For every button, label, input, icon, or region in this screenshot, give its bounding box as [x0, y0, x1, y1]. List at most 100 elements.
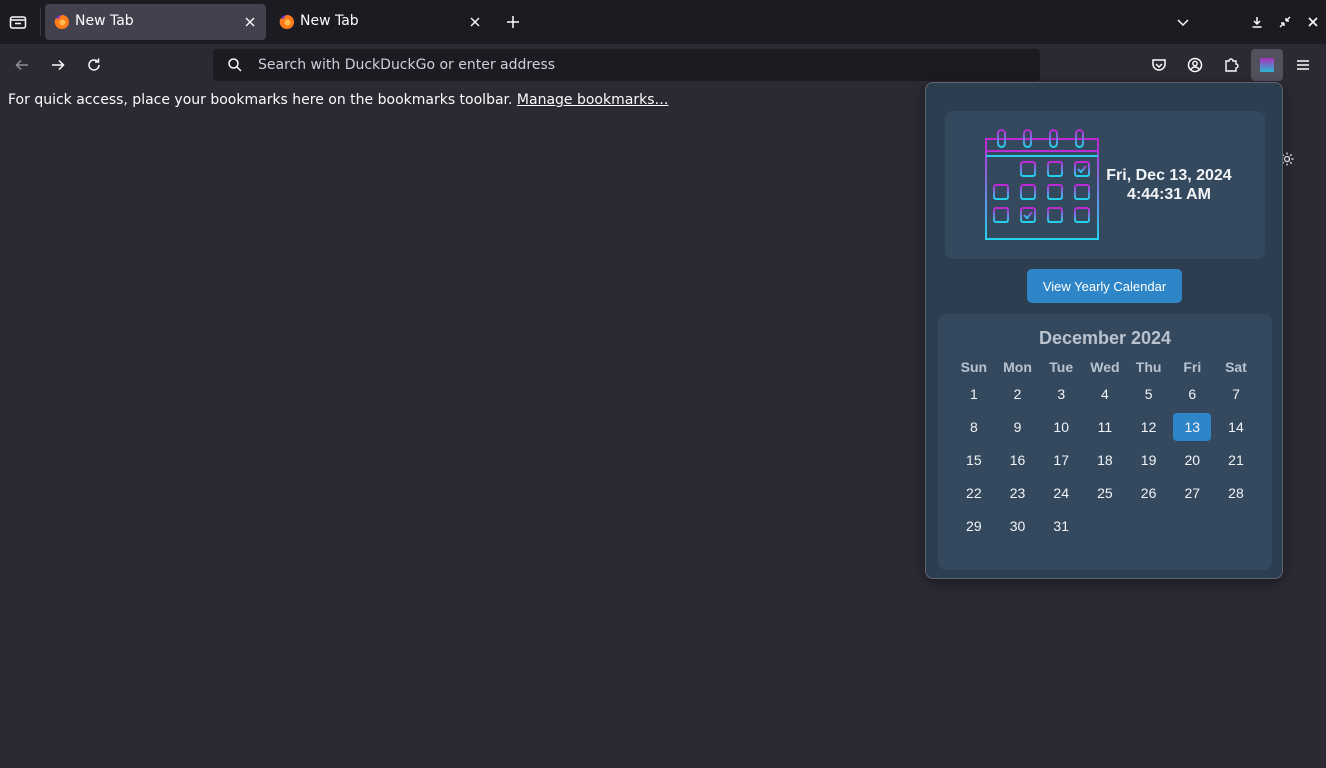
restore-window-icon[interactable]: [1276, 12, 1294, 32]
download-icon[interactable]: [1248, 12, 1266, 32]
calendar-day[interactable]: 12: [1127, 410, 1171, 443]
calendar-day[interactable]: 31: [1039, 509, 1083, 542]
calendar-day[interactable]: 11: [1083, 410, 1127, 443]
navigation-toolbar: Search with DuckDuckGo or enter address: [0, 44, 1326, 86]
pocket-icon[interactable]: [1148, 54, 1170, 76]
calendar-day[interactable]: 17: [1039, 443, 1083, 476]
calendar-day-number: 8: [969, 418, 978, 435]
tab-title: New Tab: [300, 13, 359, 29]
month-calendar: December 2024 Sun Mon Tue Wed Thu Fri Sat 1234…: [938, 314, 1272, 570]
hamburger-menu-icon[interactable]: [1292, 54, 1314, 76]
calendar-day-number: 19: [1140, 451, 1157, 468]
tab-new-tab-1[interactable]: New Tab: [45, 4, 266, 40]
calendar-extension-icon: [1260, 58, 1274, 72]
calendar-popup: Fri, Dec 13, 2024 4:44:31 AM View Yearly…: [925, 82, 1283, 579]
tab-new-tab-2[interactable]: New Tab: [270, 4, 491, 40]
manage-bookmarks-link[interactable]: Manage bookmarks…: [517, 92, 669, 108]
calendar-day-number: 25: [1097, 484, 1113, 501]
address-bar-placeholder: Search with DuckDuckGo or enter address: [258, 57, 556, 73]
month-title: December 2024: [1038, 328, 1172, 348]
calendar-day[interactable]: 22: [952, 476, 996, 509]
calendar-day-number: 9: [1013, 418, 1022, 435]
calendar-illustration-icon: [985, 129, 1099, 240]
tab-divider: [40, 8, 41, 36]
calendar-day[interactable]: 10: [1039, 410, 1083, 443]
close-tab-icon[interactable]: [241, 13, 259, 31]
search-icon: [228, 58, 242, 72]
calendar-day-number: 14: [1228, 418, 1244, 435]
current-time: 4:44:31 AM: [1127, 186, 1211, 203]
calendar-day-number: 27: [1184, 484, 1201, 501]
calendar-day[interactable]: 15: [952, 443, 996, 476]
tab-title: New Tab: [75, 13, 134, 29]
calendar-day-number: 4: [1101, 385, 1109, 402]
calendar-day[interactable]: 2: [996, 377, 1040, 410]
calendar-day[interactable]: 19: [1127, 443, 1171, 476]
calendar-day-number: 17: [1053, 451, 1069, 468]
firefox-view-icon[interactable]: [6, 11, 30, 33]
view-yearly-calendar-button[interactable]: View Yearly Calendar: [1027, 269, 1182, 303]
calendar-day[interactable]: 27: [1170, 476, 1214, 509]
firefox-logo-icon: [54, 15, 69, 30]
calendar-day[interactable]: 26: [1127, 476, 1171, 509]
calendar-day[interactable]: 16: [996, 443, 1040, 476]
date-time-panel: Fri, Dec 13, 2024 4:44:31 AM: [945, 111, 1265, 259]
calendar-day-number: 11: [1097, 418, 1113, 435]
calendar-day[interactable]: 8: [952, 410, 996, 443]
calendar-day-number: 20: [1184, 451, 1201, 468]
calendar-extension-button[interactable]: [1251, 49, 1283, 81]
calendar-day[interactable]: 1: [952, 377, 996, 410]
current-date-time: Fri, Dec 13, 2024 4:44:31 AM: [1105, 166, 1233, 204]
calendar-day-number: 6: [1188, 385, 1197, 402]
weekday-label: Tue: [1049, 359, 1074, 375]
calendar-day[interactable]: 21: [1214, 443, 1258, 476]
calendar-day[interactable]: 9: [996, 410, 1040, 443]
weekday-label: Fri: [1183, 359, 1202, 375]
calendar-day-number: 23: [1009, 484, 1026, 501]
calendar-day[interactable]: 5: [1127, 377, 1171, 410]
reload-icon[interactable]: [82, 54, 106, 76]
calendar-day-number: 10: [1053, 418, 1069, 435]
extensions-puzzle-icon[interactable]: [1220, 54, 1242, 76]
calendar-day-number: 3: [1057, 385, 1066, 402]
account-icon[interactable]: [1184, 54, 1206, 76]
close-tab-icon[interactable]: [466, 13, 484, 31]
calendar-day[interactable]: 18: [1083, 443, 1127, 476]
calendar-day-number: 30: [1009, 517, 1026, 534]
tab-strip: New Tab New Tab: [0, 0, 1326, 44]
calendar-day[interactable]: 20: [1170, 443, 1214, 476]
calendar-day[interactable]: 25: [1083, 476, 1127, 509]
calendar-day-number: 13: [1173, 412, 1212, 441]
list-all-tabs-chevron-down-icon[interactable]: [1172, 11, 1194, 33]
calendar-day-number: 12: [1140, 418, 1157, 435]
calendar-day[interactable]: 23: [996, 476, 1040, 509]
calendar-day[interactable]: 30: [996, 509, 1040, 542]
weekday-label: Mon: [1003, 359, 1032, 375]
calendar-day[interactable]: 7: [1214, 377, 1258, 410]
new-tab-plus-icon[interactable]: [502, 11, 524, 33]
firefox-logo-icon: [279, 15, 294, 30]
calendar-day[interactable]: 6: [1170, 377, 1214, 410]
back-arrow-icon[interactable]: [10, 54, 34, 76]
calendar-day-number: 24: [1053, 484, 1069, 501]
calendar-day-number: 7: [1232, 385, 1240, 402]
calendar-day-grid: 1 2 3 4 5 6 7 8 9 10 11 12 13 14 15 16 17 18 19 20 21 22 23 24 2…: [952, 377, 1258, 542]
calendar-day-today[interactable]: 13: [1170, 410, 1214, 443]
calendar-day[interactable]: 4: [1083, 377, 1127, 410]
address-bar[interactable]: Search with DuckDuckGo or enter address: [213, 49, 1040, 81]
calendar-day[interactable]: 3: [1039, 377, 1083, 410]
close-window-icon[interactable]: [1304, 12, 1322, 32]
calendar-day-number: 26: [1140, 484, 1157, 501]
calendar-day[interactable]: 24: [1039, 476, 1083, 509]
weekday-label: Wed: [1090, 359, 1120, 375]
weekday-label: Sat: [1225, 359, 1247, 375]
calendar-day[interactable]: 29: [952, 509, 996, 542]
calendar-day-number: 15: [966, 451, 982, 468]
calendar-day-number: 31: [1053, 517, 1069, 534]
calendar-day-number: 22: [966, 484, 982, 501]
calendar-day-number: 16: [1009, 451, 1026, 468]
forward-arrow-icon[interactable]: [46, 54, 70, 76]
calendar-day[interactable]: 28: [1214, 476, 1258, 509]
bookmarks-message-text: For quick access, place your bookmarks h…: [8, 92, 517, 108]
calendar-day[interactable]: 14: [1214, 410, 1258, 443]
